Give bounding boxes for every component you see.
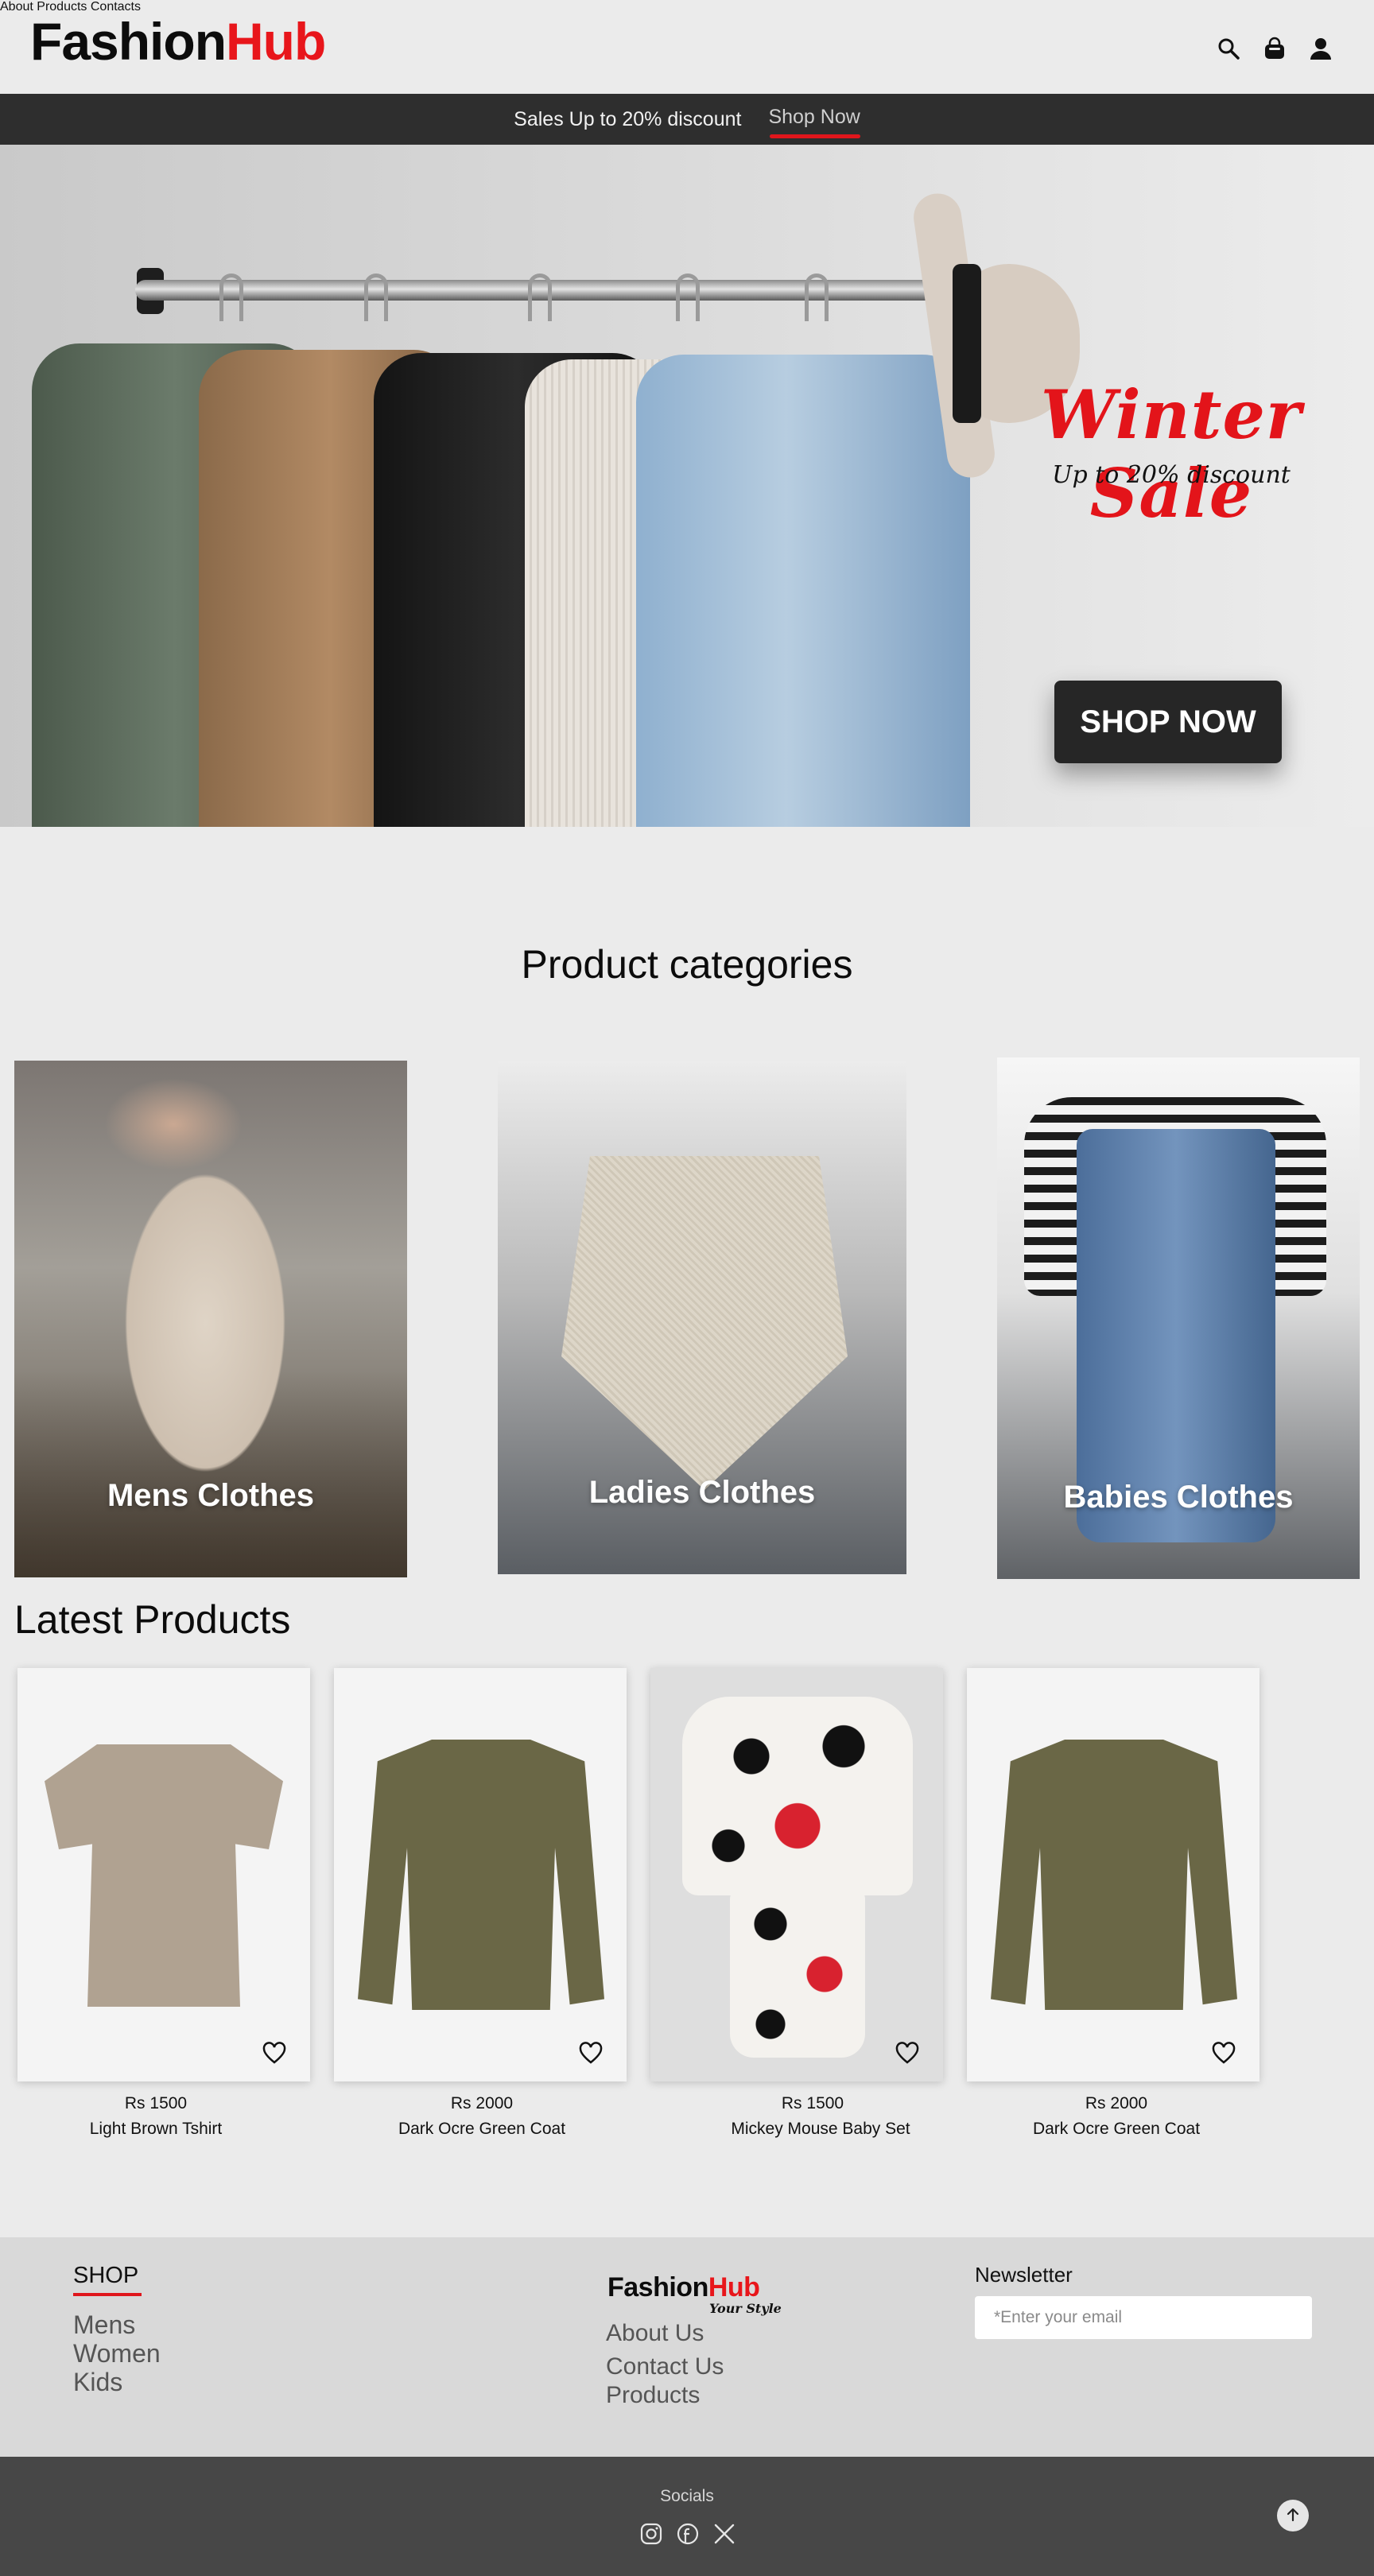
- hero-title: Winter Sale: [1040, 375, 1302, 533]
- footer-bottom-bar: [0, 2457, 1374, 2576]
- category-card-ladies[interactable]: Ladies Clothes: [498, 1061, 906, 1574]
- green-coat-image: [358, 1740, 604, 2010]
- footer: [0, 2237, 1374, 2457]
- green-coat-image: [991, 1740, 1237, 2010]
- hero-banner: Winter Sale Up to 20% discount SHOP NOW: [0, 145, 1374, 827]
- tshirt-image: [45, 1744, 283, 2007]
- footer-logo-fashion: Fashion: [607, 2272, 708, 2302]
- heart-icon[interactable]: [1212, 2042, 1236, 2066]
- footer-shop-underline: [73, 2293, 142, 2296]
- hanger-icon: [528, 274, 552, 321]
- latest-products-title: Latest Products: [14, 1597, 291, 1642]
- category-card-babies[interactable]: Babies Clothes: [997, 1057, 1360, 1579]
- promo-bar: Sales Up to 20% discount Shop Now: [0, 94, 1374, 145]
- product-price: Rs 1500: [781, 2094, 844, 2112]
- logo[interactable]: FashionHub: [30, 11, 326, 72]
- category-card-mens[interactable]: Mens Clothes: [14, 1061, 407, 1577]
- footer-logo[interactable]: FashionHub: [607, 2272, 760, 2303]
- denim-jacket-image: [636, 355, 970, 827]
- footer-link-about-us[interactable]: About Us: [606, 2320, 704, 2347]
- product-card[interactable]: [967, 1668, 1260, 2081]
- bag-icon[interactable]: [1261, 35, 1288, 62]
- footer-link-contact-us[interactable]: Contact Us: [606, 2353, 724, 2380]
- footer-link-kids[interactable]: Kids: [73, 2368, 122, 2397]
- logo-text-hub: Hub: [226, 12, 326, 71]
- product-price: Rs 2000: [1085, 2094, 1148, 2112]
- category-label-babies: Babies Clothes: [1063, 1480, 1294, 1515]
- social-icons: [638, 2520, 738, 2547]
- footer-tagline: Your Style: [709, 2301, 782, 2316]
- x-icon[interactable]: [711, 2520, 738, 2547]
- product-card[interactable]: [650, 1668, 943, 2081]
- categories-title: Product categories: [521, 942, 853, 987]
- heart-icon[interactable]: [579, 2042, 603, 2066]
- product-price: Rs 1500: [124, 2094, 188, 2112]
- facebook-icon[interactable]: [674, 2520, 701, 2547]
- footer-link-mens[interactable]: Mens: [73, 2310, 135, 2340]
- product-card[interactable]: [334, 1668, 627, 2081]
- category-label-ladies: Ladies Clothes: [588, 1475, 816, 1510]
- hat-band-image: [953, 264, 981, 423]
- promo-text: Sales Up to 20% discount: [514, 107, 742, 130]
- minnie-pants-image: [730, 1891, 865, 2058]
- instagram-icon[interactable]: [638, 2520, 665, 2547]
- minnie-sweatshirt-image: [682, 1697, 913, 1895]
- heart-icon[interactable]: [895, 2042, 919, 2066]
- hero-subtitle: Up to 20% discount: [1052, 461, 1291, 489]
- search-icon[interactable]: [1215, 35, 1242, 62]
- nav-about[interactable]: About: [0, 0, 33, 14]
- product-card[interactable]: [17, 1668, 310, 2081]
- footer-link-women[interactable]: Women: [73, 2339, 161, 2368]
- product-name[interactable]: Dark Ocre Green Coat: [336, 2120, 628, 2139]
- hanger-icon: [676, 274, 700, 321]
- arrow-up-icon: [1285, 2507, 1301, 2525]
- hanger-icon: [219, 274, 243, 321]
- footer-logo-hub: Hub: [708, 2272, 760, 2302]
- socials-title: Socials: [660, 2487, 714, 2505]
- newsletter-title: Newsletter: [975, 2263, 1073, 2287]
- footer-link-products[interactable]: Products: [606, 2382, 700, 2409]
- footer-shop-title: SHOP: [73, 2263, 139, 2288]
- product-price: Rs 2000: [450, 2094, 514, 2112]
- promo-shop-now-link[interactable]: Shop Now: [768, 106, 861, 138]
- ladies-poncho-image: [561, 1156, 848, 1490]
- logo-text-fashion: Fashion: [30, 12, 227, 71]
- user-icon[interactable]: [1307, 35, 1334, 62]
- site-header: FashionHub About Products Contacts: [0, 0, 1374, 94]
- product-name[interactable]: Mickey Mouse Baby Set: [674, 2120, 967, 2139]
- product-name[interactable]: Light Brown Tshirt: [10, 2120, 302, 2139]
- hero-shop-now-button[interactable]: SHOP NOW: [1054, 681, 1282, 763]
- hanger-icon: [805, 274, 829, 321]
- back-to-top-button[interactable]: [1277, 2500, 1309, 2531]
- newsletter-email-input[interactable]: [975, 2296, 1312, 2339]
- heart-icon[interactable]: [262, 2042, 286, 2066]
- category-label-mens: Mens Clothes: [107, 1478, 315, 1513]
- hanger-icon: [364, 274, 388, 321]
- product-name[interactable]: Dark Ocre Green Coat: [970, 2120, 1263, 2139]
